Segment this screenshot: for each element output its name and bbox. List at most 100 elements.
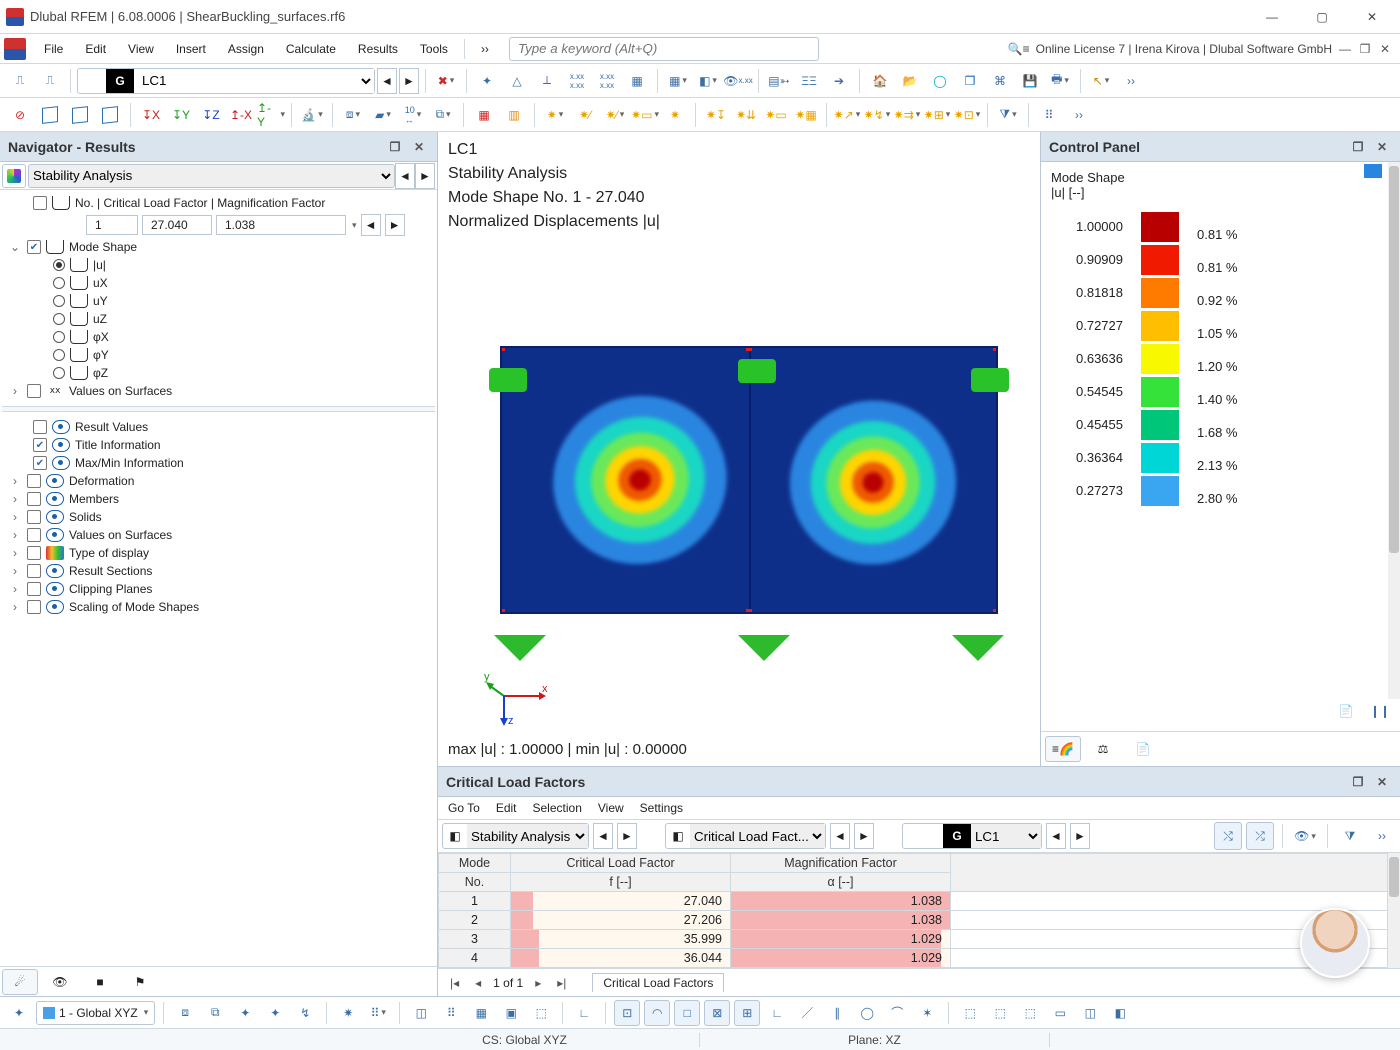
tree-header-cb[interactable] [33, 196, 47, 210]
tree-values-on-surfaces[interactable]: ›xxValues on Surfaces [2, 382, 435, 400]
tp-filter-icon[interactable]: ⧩ [1336, 822, 1364, 850]
menu-view[interactable]: View [118, 38, 164, 60]
sb-angle-icon[interactable]: ∟ [571, 1000, 597, 1026]
sb-ucs2-icon[interactable]: ⧉ [202, 1000, 228, 1026]
window-maximize-button[interactable]: ▢ [1300, 2, 1344, 32]
tb-current-object2-icon[interactable]: ⎍ [36, 67, 64, 95]
tb2-zoom-icon[interactable]: 🔬▾ [298, 101, 326, 129]
pg-next-button[interactable]: ▸ [531, 976, 545, 990]
col-mode[interactable]: Mode [439, 854, 511, 873]
app-menu-icon[interactable] [4, 38, 26, 60]
viewport[interactable]: LC1 Stability Analysis Mode Shape No. 1 … [438, 132, 1040, 766]
tb2-tool2-icon[interactable]: ✷↯▾ [863, 101, 891, 129]
opt-clipping[interactable]: ›Clipping Planes [2, 580, 435, 598]
sb-sn-line-icon[interactable]: ／ [794, 1000, 820, 1026]
sb-cs-icon[interactable]: ✦ [6, 1000, 32, 1026]
sb-snap-dots-icon[interactable]: ⠿▾ [365, 1000, 391, 1026]
tb-node-icon[interactable]: ✦ [473, 67, 501, 95]
tree-comp-phix[interactable]: φX [2, 328, 435, 346]
sb-sn-circ-icon[interactable]: ◯ [854, 1000, 880, 1026]
sb-sn3-icon[interactable]: □ [674, 1000, 700, 1026]
opt-result-values[interactable]: Result Values [2, 418, 435, 436]
tp-eye-icon[interactable]: 👁▾ [1291, 822, 1319, 850]
pg-last-button[interactable]: ▸| [553, 976, 570, 990]
tb-member-numbers-icon[interactable]: x.xxx.xx [563, 67, 591, 95]
tb-current-object-icon[interactable]: ⎍ [6, 67, 34, 95]
tb2-load2-icon[interactable]: ✷⇊ [732, 101, 760, 129]
tb2-cancel-sel-icon[interactable]: ⊘ [6, 101, 34, 129]
menu-results[interactable]: Results [348, 38, 408, 60]
tb2-new1-icon[interactable]: ✷▾ [541, 101, 569, 129]
sb-sn4-icon[interactable]: ⊠ [704, 1000, 730, 1026]
tb-support-icon[interactable]: △ [503, 67, 531, 95]
tb2-axis-y-icon[interactable]: ↧Y [167, 101, 195, 129]
tp-menu-settings[interactable]: Settings [640, 801, 683, 815]
sb-sel3-icon[interactable]: ⬚ [1017, 1000, 1043, 1026]
tb2-filter-icon[interactable]: ⧩▾ [994, 101, 1022, 129]
tb2-render-wire-icon[interactable]: ⧈▾ [339, 101, 367, 129]
tb2-new4-icon[interactable]: ✷▭▾ [631, 101, 659, 129]
nav-tab-eye-icon[interactable]: 👁 [42, 969, 78, 995]
tp-sel-lc[interactable]: G LC1 [902, 823, 1042, 849]
sb-sel1-icon[interactable]: ⬚ [957, 1000, 983, 1026]
tb-surface-numbers-icon[interactable]: x.xxx.xx [593, 67, 621, 95]
sb-s1-icon[interactable]: ◫ [408, 1000, 434, 1026]
tree-mode-shape[interactable]: ⌄ Mode Shape [2, 238, 435, 256]
sb-s5-icon[interactable]: ⬚ [528, 1000, 554, 1026]
ctrl-tab-doc-icon[interactable]: 📄 [1125, 736, 1161, 762]
tb2-mesh-orange-icon[interactable]: ▥ [500, 101, 528, 129]
sb-sn5-icon[interactable]: ⊞ [734, 1000, 760, 1026]
assistant-avatar[interactable] [1300, 908, 1370, 978]
tp-sel-analysis[interactable]: ◧ Stability Analysis [442, 823, 589, 849]
navigator-close-button[interactable]: ✕ [409, 137, 429, 157]
table-panel-undock-button[interactable]: ❐ [1348, 772, 1368, 792]
tb2-axis-ny-icon[interactable]: ↥-Y▾ [257, 101, 285, 129]
tb2-cube2-icon[interactable] [66, 101, 94, 129]
sb-snap-star-icon[interactable]: ✷ [335, 1000, 361, 1026]
tp-sync1-icon[interactable]: ⤭ [1214, 822, 1242, 850]
tb-save-icon[interactable]: 💾 [1016, 67, 1044, 95]
tb2-section-icon[interactable]: ⧉▾ [429, 101, 457, 129]
tb-select-arrow-icon[interactable]: ↖▾ [1087, 67, 1115, 95]
menu-more-icon[interactable]: ›› [471, 38, 499, 60]
ctrl-tab-scale-icon[interactable]: ⚖ [1085, 736, 1121, 762]
loadcase-next-button[interactable]: ► [399, 68, 419, 94]
opt-sections[interactable]: ›Result Sections [2, 562, 435, 580]
sb-sn1-icon[interactable]: ⊡ [614, 1000, 640, 1026]
tree-comp-phiy[interactable]: φY [2, 346, 435, 364]
tree-mode-next-button[interactable]: ► [385, 214, 405, 236]
tb2-cube1-icon[interactable] [36, 101, 64, 129]
tb2-load3-icon[interactable]: ✷▭ [762, 101, 790, 129]
tb2-load1-icon[interactable]: ✷↧ [702, 101, 730, 129]
nav-analysis-prev-button[interactable]: ◄ [395, 163, 415, 189]
tb2-tool3-icon[interactable]: ✷⇉▾ [893, 101, 921, 129]
tp-sync2-icon[interactable]: ⤮ [1246, 822, 1274, 850]
tp-menu-view[interactable]: View [598, 801, 624, 815]
sb-s3-icon[interactable]: ▦ [468, 1000, 494, 1026]
ctrl-tab-legend-icon[interactable]: ≡🌈 [1045, 736, 1081, 762]
sb-s4-icon[interactable]: ▣ [498, 1000, 524, 1026]
sb-s2-icon[interactable]: ⠿ [438, 1000, 464, 1026]
search-box[interactable] [509, 37, 819, 61]
tb-eye-results-icon[interactable]: 👁x.xx [724, 67, 752, 95]
opt-deformation[interactable]: ›Deformation [2, 472, 435, 490]
table-panel-close-button[interactable]: ✕ [1372, 772, 1392, 792]
opt-vos[interactable]: ›Values on Surfaces [2, 526, 435, 544]
pg-first-button[interactable]: |◂ [446, 976, 463, 990]
opt-type-display[interactable]: ›Type of display [2, 544, 435, 562]
sb-sn-corner-icon[interactable]: ∟ [764, 1000, 790, 1026]
window-close-button[interactable]: ✕ [1350, 2, 1394, 32]
opt-title-info[interactable]: Title Information [2, 436, 435, 454]
sb-ucs5-icon[interactable]: ↯ [292, 1000, 318, 1026]
loadcase-prev-button[interactable]: ◄ [377, 68, 397, 94]
sb-ucs1-icon[interactable]: ⧈ [172, 1000, 198, 1026]
tb2-axis-x-icon[interactable]: ↧X [137, 101, 165, 129]
sb-sel2-icon[interactable]: ⬚ [987, 1000, 1013, 1026]
search-input[interactable] [509, 37, 819, 61]
navigator-undock-button[interactable]: ❐ [385, 137, 405, 157]
tb-arrow-right-icon[interactable]: ➔ [825, 67, 853, 95]
nav-tab-video-icon[interactable]: ■ [82, 969, 118, 995]
tb-diagram-icon[interactable]: ΞΞ [795, 67, 823, 95]
navigator-tree[interactable]: No. | Critical Load Factor | Magnificati… [0, 190, 437, 966]
sb-sel4-icon[interactable]: ▭ [1047, 1000, 1073, 1026]
